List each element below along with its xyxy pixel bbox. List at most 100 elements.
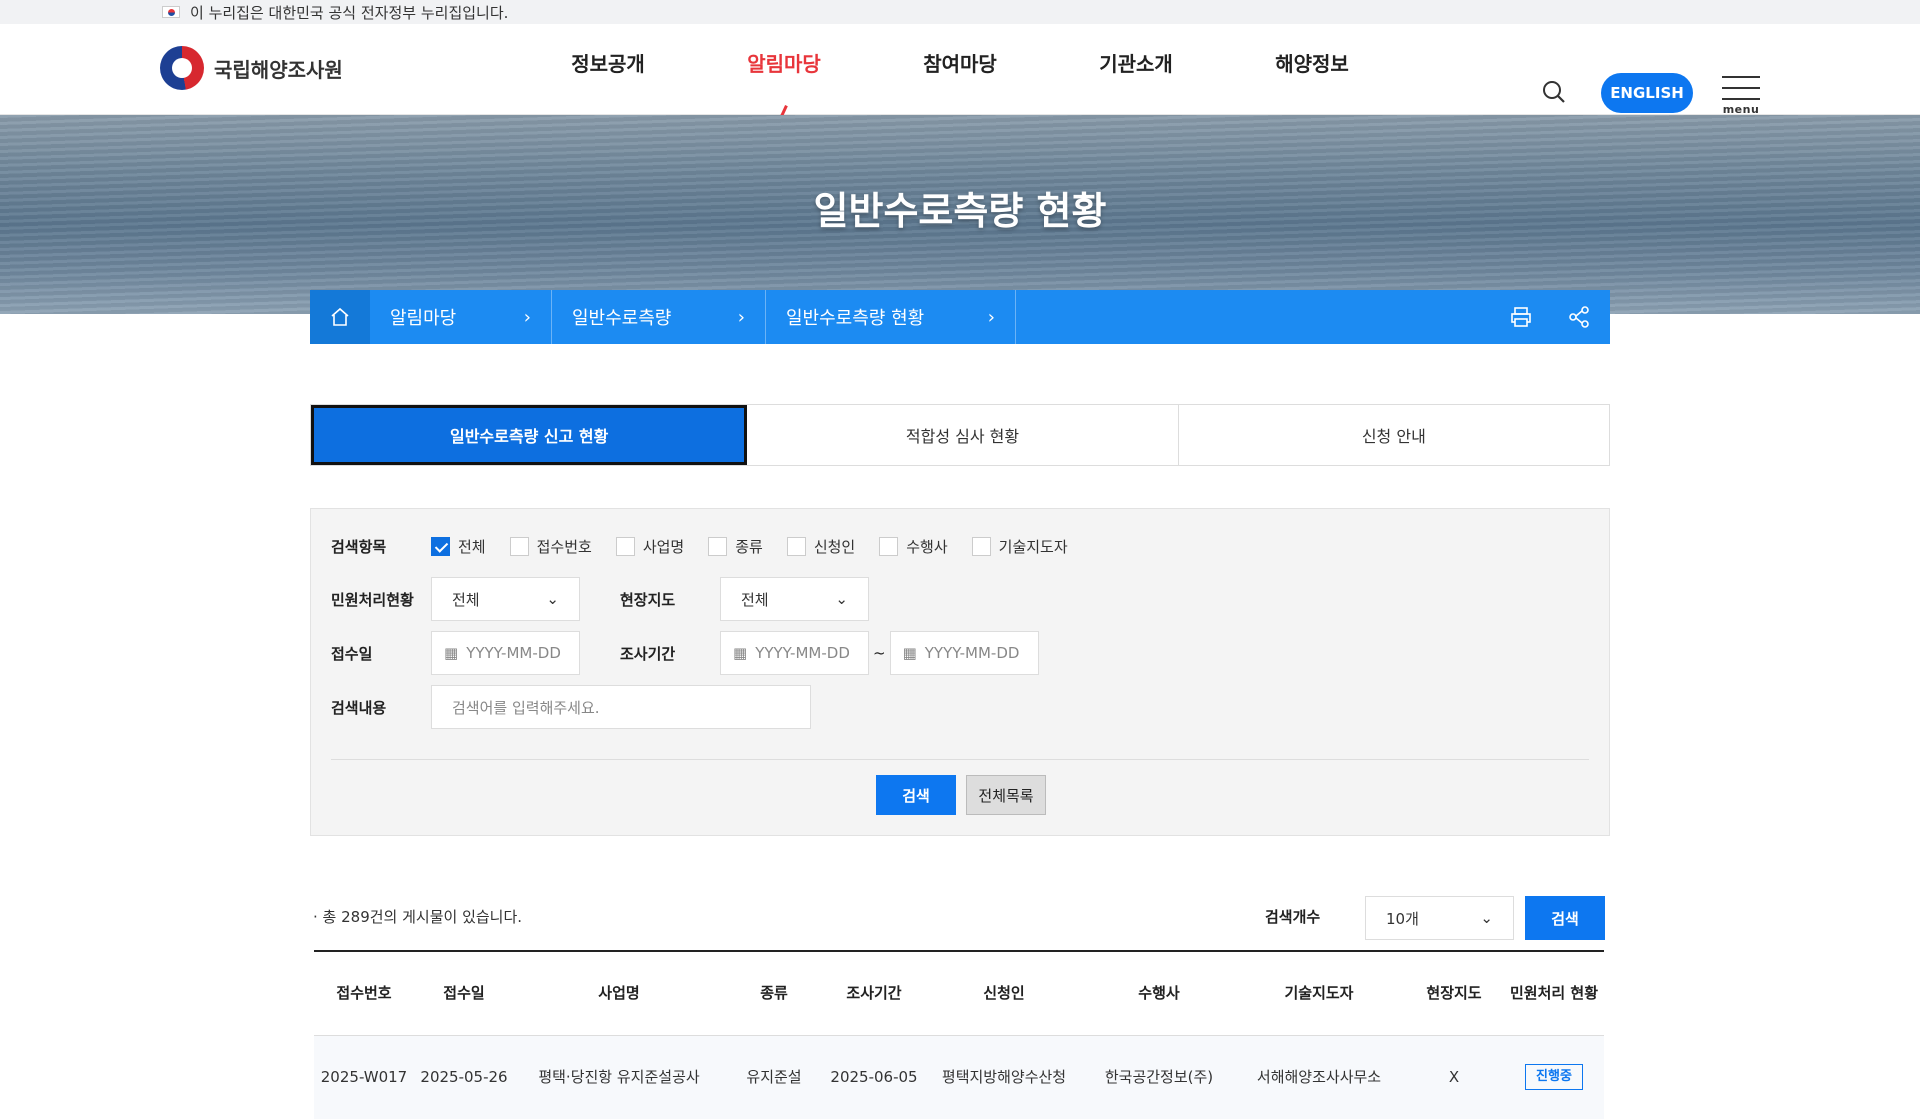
status-row: 민원처리현황 전체 ⌄ 현장지도 전체 ⌄ xyxy=(331,577,869,621)
korea-flag-icon xyxy=(162,6,180,18)
survey-period-label: 조사기간 xyxy=(620,644,676,663)
breadcrumb-item-status[interactable]: 일반수로측량 현황 › xyxy=(766,290,1016,344)
breadcrumb-item-survey[interactable]: 일반수로측량 › xyxy=(552,290,766,344)
gov-banner: 이 누리집은 대한민국 공식 전자정부 누리집입니다. xyxy=(0,0,1920,24)
search-content-label: 검색내용 xyxy=(331,698,387,717)
checkbox-contractor[interactable]: 수행사 xyxy=(879,536,948,557)
checkbox-checked-icon xyxy=(431,537,450,556)
status-label: 민원처리현황 xyxy=(331,590,414,609)
nav-item-notice[interactable]: 알림마당 xyxy=(696,24,872,115)
checkbox-box xyxy=(971,537,991,556)
result-count-label: 검색개수 xyxy=(1265,908,1321,926)
cell-survey-period: 2025-06-05 xyxy=(824,1035,924,1119)
result-count-search-button[interactable]: 검색 xyxy=(1525,896,1605,940)
english-button[interactable]: ENGLISH xyxy=(1601,73,1693,113)
status-select[interactable]: 전체 ⌄ xyxy=(431,577,580,621)
checkbox-box xyxy=(879,537,899,556)
survey-start-input[interactable]: ▦ YYYY-MM-DD xyxy=(720,631,869,675)
main-nav: 정보공개 알림마당 참여마당 기관소개 해양정보 xyxy=(520,24,1400,115)
tab-review-status[interactable]: 적합성 심사 현황 xyxy=(747,405,1179,465)
checkbox-all[interactable]: 전체 xyxy=(431,536,486,557)
calendar-icon: ▦ xyxy=(444,644,459,662)
nav-item-info[interactable]: 정보공개 xyxy=(520,24,696,115)
survey-end-input[interactable]: ▦ YYYY-MM-DD xyxy=(889,631,1039,675)
cell-project-name[interactable]: 평택·당진항 유지준설공사 xyxy=(514,1035,724,1119)
page-title: 일반수로측량 현황 xyxy=(813,189,1107,233)
tab-report-status[interactable]: 일반수로측량 신고 현황 xyxy=(311,405,748,465)
cell-process-status: 진행중 xyxy=(1504,1035,1604,1119)
checkbox-type[interactable]: 종류 xyxy=(708,536,763,557)
checkbox-receipt-no[interactable]: 접수번호 xyxy=(509,536,592,557)
nav-item-about[interactable]: 기관소개 xyxy=(1048,24,1224,115)
receipt-date-input[interactable]: ▦ YYYY-MM-DD xyxy=(431,631,580,675)
home-icon xyxy=(331,307,349,326)
result-count-select[interactable]: 10개 ⌄ xyxy=(1365,896,1514,940)
select-value: 10개 xyxy=(1386,909,1419,928)
print-icon[interactable] xyxy=(1510,306,1532,328)
breadcrumb-label: 일반수로측량 현황 xyxy=(786,308,925,329)
chevron-down-icon: ⌄ xyxy=(1480,909,1493,927)
site-header: 국립해양조사원 정보공개 알림마당 참여마당 기관소개 해양정보 ENGLISH… xyxy=(0,24,1920,116)
checkbox-box xyxy=(509,537,529,556)
chevron-down-icon: ⌄ xyxy=(546,590,559,608)
nav-item-ocean-info[interactable]: 해양정보 xyxy=(1224,24,1400,115)
breadcrumb-item-notice[interactable]: 알림마당 › xyxy=(370,290,552,344)
checkbox-box xyxy=(708,537,728,556)
checkbox-label: 신청인 xyxy=(813,538,856,556)
site-logo[interactable]: 국립해양조사원 xyxy=(160,46,343,90)
status-badge[interactable]: 진행중 xyxy=(1525,1064,1583,1091)
gov-banner-text: 이 누리집은 대한민국 공식 전자정부 누리집입니다. xyxy=(190,3,509,22)
nav-item-participation[interactable]: 참여마당 xyxy=(872,24,1048,115)
col-survey-period: 조사기간 xyxy=(824,951,924,1036)
menu-button[interactable]: menu xyxy=(1722,76,1760,116)
full-list-button[interactable]: 전체목록 xyxy=(966,775,1046,815)
checkbox-label: 접수번호 xyxy=(536,538,592,556)
chevron-right-icon: › xyxy=(737,306,745,328)
select-value: 전체 xyxy=(452,590,480,609)
breadcrumb-label: 알림마당 xyxy=(390,308,457,329)
col-receipt-date: 접수일 xyxy=(414,951,514,1036)
cell-receipt-date: 2025-05-26 xyxy=(414,1035,514,1119)
checkbox-box xyxy=(786,537,806,556)
checkbox-label: 종류 xyxy=(735,538,763,556)
date-range-separator: ~ xyxy=(873,644,886,662)
calendar-icon: ▦ xyxy=(733,644,748,662)
survey-table: 접수번호 접수일 사업명 종류 조사기간 신청인 수행사 기술지도자 현장지도 … xyxy=(314,950,1604,1119)
search-icon[interactable] xyxy=(1542,80,1566,104)
home-button[interactable] xyxy=(310,290,370,344)
search-divider xyxy=(331,759,1589,760)
cell-tech-advisor: 서해해양조사사무소 xyxy=(1234,1035,1404,1119)
col-tech-advisor: 기술지도자 xyxy=(1234,951,1404,1036)
breadcrumb: 알림마당 › 일반수로측량 › 일반수로측량 현황 › xyxy=(310,290,1610,344)
receipt-date-label: 접수일 xyxy=(331,644,373,663)
table-row[interactable]: 2025-W017 2025-05-26 평택·당진항 유지준설공사 유지준설 … xyxy=(314,1035,1604,1119)
checkbox-project-name[interactable]: 사업명 xyxy=(615,536,685,557)
field-guidance-select[interactable]: 전체 ⌄ xyxy=(720,577,869,621)
search-item-label: 검색항목 xyxy=(331,538,387,556)
chevron-right-icon: › xyxy=(523,306,531,328)
share-icon[interactable] xyxy=(1568,306,1590,328)
col-receipt-no: 접수번호 xyxy=(314,951,414,1036)
search-content-input[interactable]: 검색어를 입력해주세요. xyxy=(431,685,811,729)
date-row: 접수일 ▦ YYYY-MM-DD 조사기간 ▦ YYYY-MM-DD ~ ▦ YYYY… xyxy=(331,631,1039,675)
date-placeholder: YYYY-MM-DD xyxy=(924,644,1020,662)
col-field-guidance: 현장지도 xyxy=(1404,951,1504,1036)
cell-field-guidance: X xyxy=(1404,1035,1504,1119)
col-process-status: 민원처리 현황 xyxy=(1504,951,1604,1036)
breadcrumb-tools xyxy=(1510,306,1610,328)
total-count: · 총 289건의 게시물이 있습니다. xyxy=(313,908,523,926)
search-button[interactable]: 검색 xyxy=(876,775,956,815)
tab-application-guide[interactable]: 신청 안내 xyxy=(1179,405,1609,465)
checkbox-label: 사업명 xyxy=(642,538,685,556)
chevron-down-icon: ⌄ xyxy=(835,590,848,608)
content-row: 검색내용 검색어를 입력해주세요. xyxy=(331,685,811,729)
field-guidance-label: 현장지도 xyxy=(620,590,676,609)
cell-contractor: 한국공간정보(주) xyxy=(1084,1035,1234,1119)
checkbox-applicant[interactable]: 신청인 xyxy=(786,536,856,557)
calendar-icon: ▦ xyxy=(902,644,917,662)
date-placeholder: YYYY-MM-DD xyxy=(466,644,561,662)
checkbox-label: 전체 xyxy=(458,538,486,556)
cell-receipt-no: 2025-W017 xyxy=(314,1035,414,1119)
checkbox-tech-advisor[interactable]: 기술지도자 xyxy=(971,536,1068,557)
col-contractor: 수행사 xyxy=(1084,951,1234,1036)
